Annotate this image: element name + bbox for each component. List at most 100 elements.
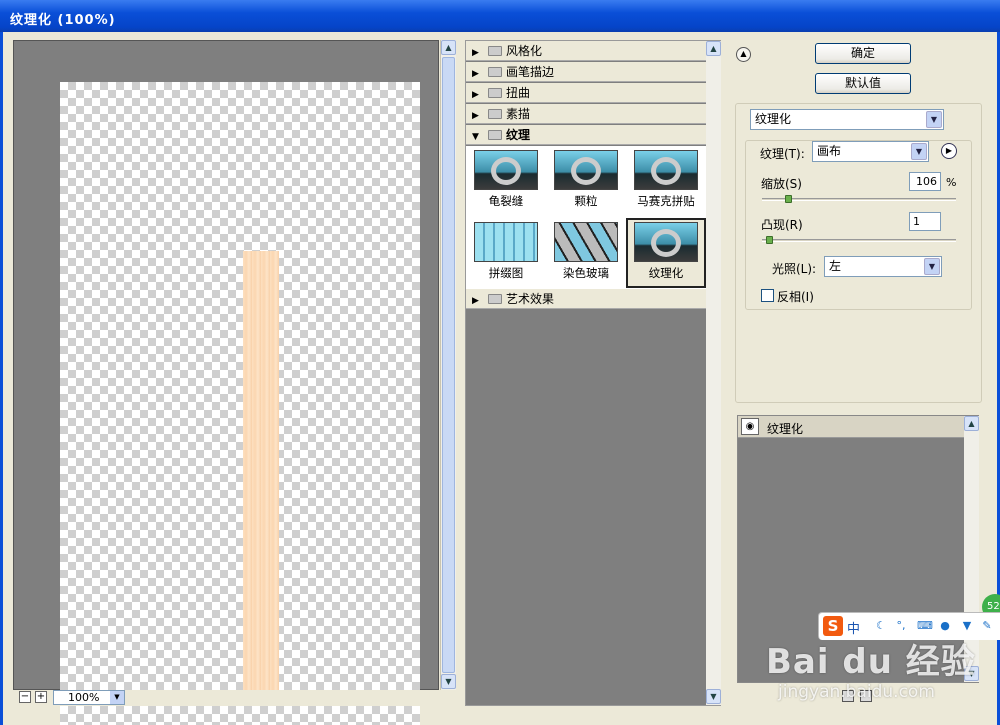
baidu-watermark: Bai du 经验 jingyan.baidu.com bbox=[764, 634, 1000, 714]
transparent-canvas bbox=[60, 82, 420, 725]
thumbnail-grain[interactable]: 颗粒 bbox=[546, 148, 626, 218]
user-icon[interactable]: ● bbox=[939, 620, 951, 632]
relief-input[interactable]: 1 bbox=[909, 212, 941, 231]
thumbnail-texturizer-selected[interactable]: 纹理化 bbox=[626, 218, 706, 288]
category-sketch[interactable]: ▶ 素描 bbox=[466, 104, 706, 124]
thumbnail-label: 颗粒 bbox=[574, 194, 598, 208]
relief-slider-track[interactable] bbox=[762, 239, 956, 242]
thumbnail-image bbox=[474, 150, 538, 190]
scroll-down-arrow-icon[interactable]: ▼ bbox=[706, 689, 721, 704]
filter-select-value: 纹理化 bbox=[755, 112, 792, 126]
expand-triangle-icon[interactable]: ▶ bbox=[472, 64, 482, 84]
watermark-logo: Bai du 经验 bbox=[766, 642, 976, 682]
preview-vertical-scrollbar[interactable]: ▲ ▼ bbox=[440, 40, 456, 690]
zoom-level-select[interactable]: 100% ▼ bbox=[53, 690, 125, 705]
watermark-url: jingyan.baidu.com bbox=[778, 682, 935, 702]
zoom-out-button[interactable]: − bbox=[19, 691, 31, 703]
scroll-up-arrow-icon[interactable]: ▲ bbox=[706, 41, 721, 56]
scaling-slider-thumb[interactable] bbox=[785, 195, 793, 203]
category-label: 画笔描边 bbox=[506, 65, 555, 79]
thumbnail-mosaic-tiles[interactable]: 马赛克拼贴 bbox=[626, 148, 706, 218]
thumbnail-label: 纹理化 bbox=[648, 266, 684, 280]
keyboard-icon[interactable]: ⌨ bbox=[917, 620, 933, 632]
thumbnail-image bbox=[634, 150, 698, 190]
texture-select[interactable]: 画布 ▼ bbox=[812, 141, 929, 162]
window-title: 纹理化 (100%) bbox=[0, 0, 1000, 32]
chevron-down-icon[interactable]: ▼ bbox=[110, 691, 124, 704]
effect-layer-row[interactable]: ◉ 纹理化 bbox=[738, 416, 964, 438]
scroll-up-arrow-icon[interactable]: ▲ bbox=[441, 40, 456, 55]
eye-visibility-icon[interactable]: ◉ bbox=[741, 418, 759, 435]
punctuation-icon[interactable]: °, bbox=[895, 620, 907, 632]
thumbnail-image bbox=[554, 150, 618, 190]
category-label: 风格化 bbox=[506, 44, 543, 58]
light-label: 光照(L): bbox=[772, 262, 817, 276]
category-label: 扭曲 bbox=[506, 86, 531, 100]
folder-icon bbox=[488, 88, 502, 98]
category-artistic[interactable]: ▶ 艺术效果 bbox=[466, 289, 706, 309]
chevron-down-icon[interactable]: ▼ bbox=[926, 111, 942, 128]
folder-icon bbox=[488, 109, 502, 119]
category-label: 素描 bbox=[506, 107, 531, 121]
scaling-unit: % bbox=[946, 176, 957, 189]
expand-triangle-icon[interactable]: ▶ bbox=[472, 43, 482, 63]
texture-menu-arrow-icon[interactable]: ▶ bbox=[941, 143, 957, 159]
scaling-label: 缩放(S) bbox=[761, 177, 802, 191]
filter-select[interactable]: 纹理化 ▼ bbox=[750, 109, 944, 130]
thumbnail-image bbox=[634, 222, 698, 262]
thumbnail-patchwork[interactable]: 拼缀图 bbox=[466, 220, 546, 290]
wrench-icon[interactable]: ✎ bbox=[981, 620, 993, 632]
zoom-level-value: 100% bbox=[68, 691, 100, 704]
ok-button[interactable]: 确定 bbox=[815, 43, 911, 64]
scaling-input[interactable]: 106 bbox=[909, 172, 941, 191]
relief-slider-thumb[interactable] bbox=[765, 236, 773, 244]
category-label: 纹理 bbox=[506, 128, 531, 142]
wood-texture-strip bbox=[243, 251, 279, 702]
category-texture[interactable]: ▼ 纹理 bbox=[466, 125, 706, 145]
thumbnail-image bbox=[474, 222, 538, 262]
scrollbar-thumb[interactable] bbox=[442, 57, 455, 673]
texture-label: 纹理(T): bbox=[760, 147, 805, 161]
light-select[interactable]: 左 ▼ bbox=[824, 256, 942, 277]
folder-icon bbox=[488, 294, 502, 304]
gallery-vertical-scrollbar[interactable]: ▲ ▼ bbox=[706, 41, 721, 705]
folder-icon bbox=[488, 67, 502, 77]
expand-triangle-icon[interactable]: ▶ bbox=[472, 291, 482, 311]
filter-gallery: ▶ 风格化 ▶ 画笔描边 ▶ 扭曲 ▶ 素描 ▼ 纹理 龟裂缝 颗粒 马赛克拼贴 拼缀图 … bbox=[465, 40, 721, 706]
texture-select-value: 画布 bbox=[817, 144, 842, 158]
collapse-triangle-icon[interactable]: ▼ bbox=[472, 127, 482, 147]
texture-thumbnails: 龟裂缝 颗粒 马赛克拼贴 拼缀图 染色玻璃 纹理化 bbox=[466, 146, 706, 308]
zoom-in-button[interactable]: + bbox=[35, 691, 47, 703]
scroll-down-arrow-icon[interactable]: ▼ bbox=[441, 674, 456, 689]
thumbnail-label: 染色玻璃 bbox=[563, 266, 609, 280]
sogou-logo-icon[interactable]: S bbox=[823, 616, 843, 636]
preview-status-bar: − + 100% ▼ bbox=[13, 690, 456, 706]
category-distort[interactable]: ▶ 扭曲 bbox=[466, 83, 706, 103]
thumbnail-label: 龟裂缝 bbox=[488, 194, 524, 208]
thumbnail-label: 马赛克拼贴 bbox=[637, 194, 695, 208]
light-select-value: 左 bbox=[829, 259, 842, 273]
moon-icon[interactable]: ☾ bbox=[875, 620, 887, 632]
effect-layer-label: 纹理化 bbox=[767, 422, 804, 436]
scroll-up-arrow-icon[interactable]: ▲ bbox=[964, 416, 979, 431]
category-label: 艺术效果 bbox=[506, 292, 555, 306]
thumbnail-stained-glass[interactable]: 染色玻璃 bbox=[546, 220, 626, 290]
category-stylize[interactable]: ▶ 风格化 bbox=[466, 41, 706, 61]
expand-triangle-icon[interactable]: ▶ bbox=[472, 85, 482, 105]
folder-icon bbox=[488, 46, 502, 56]
relief-label: 凸现(R) bbox=[761, 218, 803, 232]
folder-icon bbox=[488, 130, 502, 140]
preview-area[interactable] bbox=[13, 40, 439, 725]
category-brush-strokes[interactable]: ▶ 画笔描边 bbox=[466, 62, 706, 82]
expand-triangle-icon[interactable]: ▶ bbox=[472, 106, 482, 126]
thumbnail-label: 拼缀图 bbox=[488, 266, 524, 280]
skin-shirt-icon[interactable]: ▼ bbox=[961, 620, 973, 632]
collapse-gallery-icon[interactable]: ▲ bbox=[736, 47, 751, 62]
invert-label: 反相(I) bbox=[777, 290, 814, 304]
chevron-down-icon[interactable]: ▼ bbox=[911, 143, 927, 160]
invert-checkbox[interactable] bbox=[761, 289, 774, 302]
chevron-down-icon[interactable]: ▼ bbox=[924, 258, 940, 275]
thumbnail-craquelure[interactable]: 龟裂缝 bbox=[466, 148, 546, 218]
thumbnail-image bbox=[554, 222, 618, 262]
default-button[interactable]: 默认值 bbox=[815, 73, 911, 94]
